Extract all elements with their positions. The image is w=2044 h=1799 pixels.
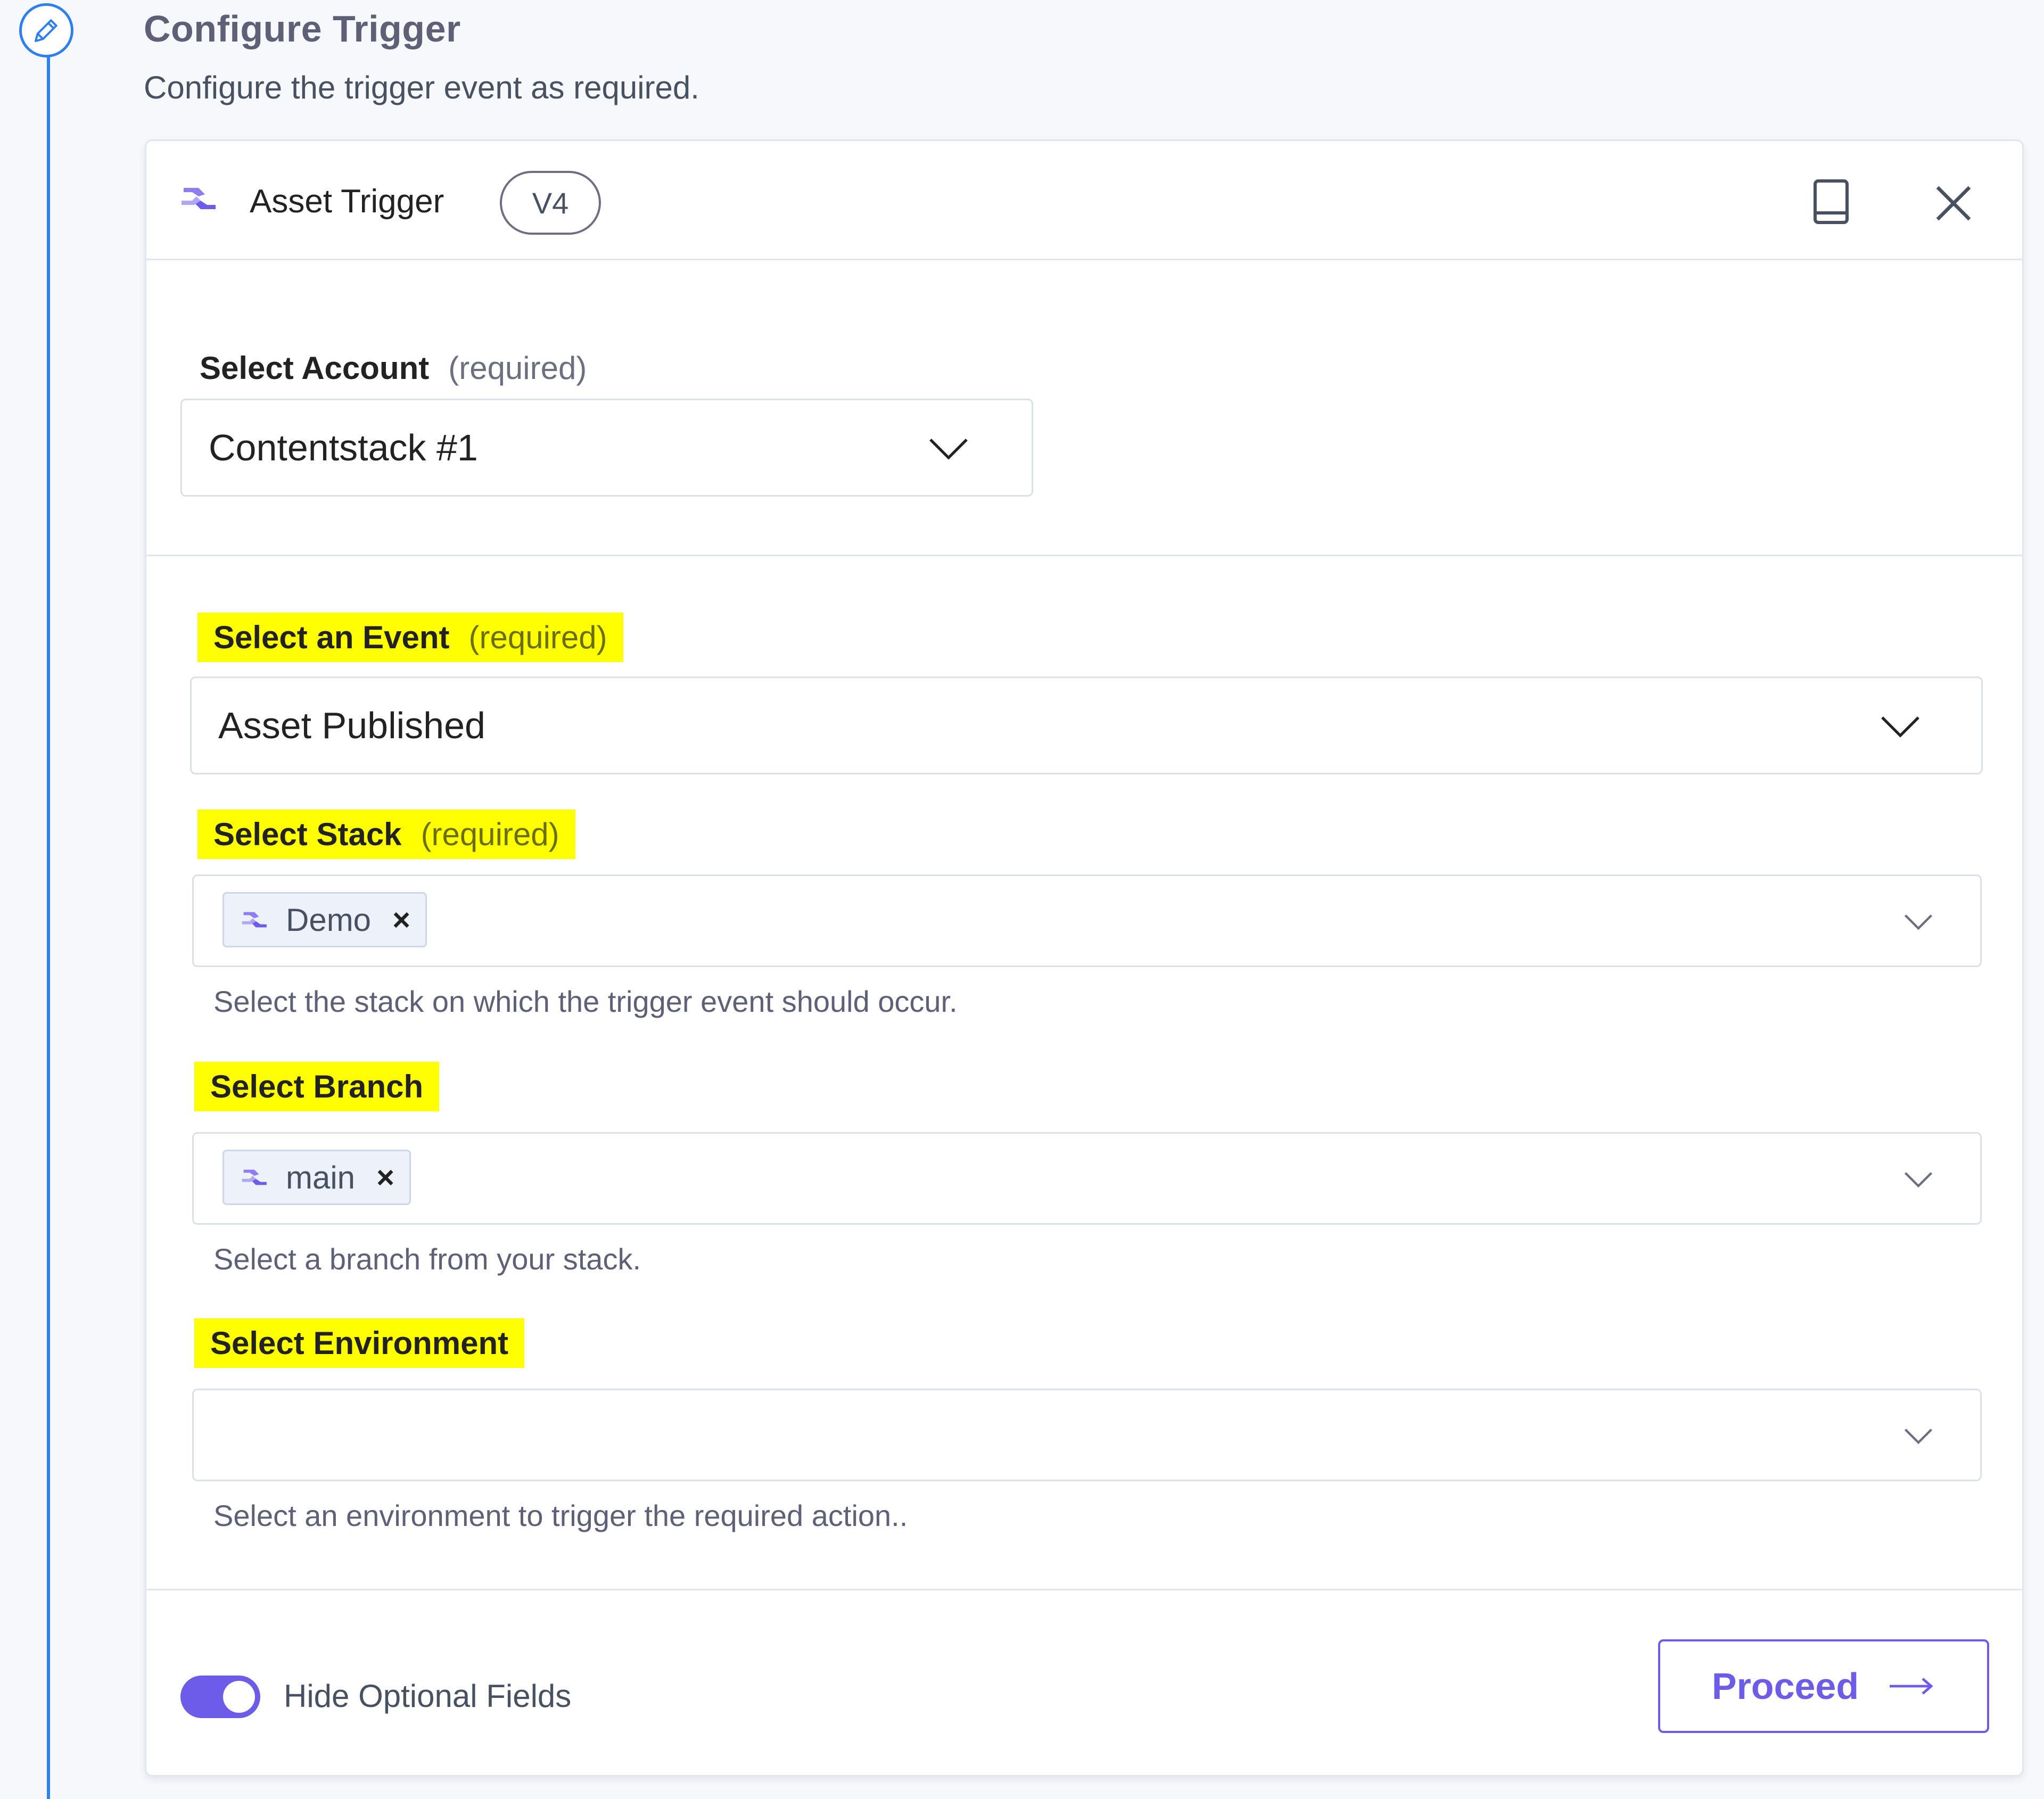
event-required: (required) <box>468 620 607 655</box>
stack-chip-label: Demo <box>286 902 372 938</box>
branch-label-text: Select Branch <box>210 1069 424 1104</box>
card-footer: Hide Optional Fields Proceed <box>146 1589 2022 1775</box>
environment-label-text: Select Environment <box>210 1325 509 1361</box>
stack-chip: Demo × <box>222 892 427 947</box>
contentstack-logo-icon <box>177 179 223 218</box>
contentstack-logo-icon <box>242 1169 267 1185</box>
account-section: Select Account (required) Contentstack #1 <box>146 260 2022 556</box>
version-badge: V4 <box>500 171 601 235</box>
chevron-down-icon <box>1881 716 1919 738</box>
account-label: Select Account (required) <box>200 350 587 386</box>
hide-optional-label: Hide Optional Fields <box>284 1678 572 1714</box>
stack-select[interactable]: Demo × <box>192 874 1982 967</box>
book-icon[interactable] <box>1807 176 1855 227</box>
step-title: Configure Trigger <box>144 8 461 49</box>
branch-select[interactable]: main × <box>192 1132 1982 1225</box>
branch-chip-label: main <box>286 1159 356 1195</box>
environment-helper: Select an environment to trigger the req… <box>213 1499 908 1532</box>
event-label-text: Select an Event <box>213 620 450 655</box>
account-required: (required) <box>448 350 587 386</box>
remove-chip-icon[interactable]: × <box>392 902 410 938</box>
timeline-line <box>47 51 50 1799</box>
trigger-title: Asset Trigger <box>250 183 444 220</box>
chevron-down-icon <box>1904 1429 1933 1445</box>
hide-optional-toggle[interactable] <box>180 1676 260 1718</box>
chevron-down-icon <box>1904 914 1933 930</box>
proceed-button[interactable]: Proceed <box>1658 1639 1989 1733</box>
branch-helper: Select a branch from your stack. <box>213 1242 641 1276</box>
contentstack-logo-icon <box>242 912 267 928</box>
stack-required: (required) <box>421 816 559 852</box>
environment-label: Select Environment <box>194 1318 525 1368</box>
chevron-down-icon <box>929 439 968 460</box>
environment-select[interactable] <box>192 1389 1982 1481</box>
account-select[interactable]: Contentstack #1 <box>180 399 1033 497</box>
remove-chip-icon[interactable]: × <box>376 1160 394 1195</box>
trigger-card: Asset Trigger V4 Select Account (required… <box>145 139 2024 1777</box>
stack-label-text: Select Stack <box>213 816 402 852</box>
event-select[interactable]: Asset Published <box>190 676 1983 774</box>
event-value: Asset Published <box>218 705 485 746</box>
branch-chip: main × <box>222 1150 411 1205</box>
event-label: Select an Event (required) <box>197 613 623 662</box>
stack-helper: Select the stack on which the trigger ev… <box>213 985 958 1018</box>
arrow-right-icon <box>1890 1678 1933 1695</box>
card-header: Asset Trigger V4 <box>146 141 2022 260</box>
page-root: Configure Trigger Configure the trigger … <box>0 0 2044 1799</box>
close-icon[interactable] <box>1930 179 1977 227</box>
stack-label: Select Stack (required) <box>197 810 575 859</box>
pencil-icon <box>19 3 73 57</box>
step-subtitle: Configure the trigger event as required. <box>144 70 699 105</box>
branch-label: Select Branch <box>194 1062 440 1111</box>
proceed-label: Proceed <box>1711 1665 1859 1707</box>
account-value: Contentstack #1 <box>209 427 478 468</box>
toggle-knob <box>223 1681 255 1713</box>
chevron-down-icon <box>1904 1172 1933 1188</box>
account-label-text: Select Account <box>200 350 430 386</box>
